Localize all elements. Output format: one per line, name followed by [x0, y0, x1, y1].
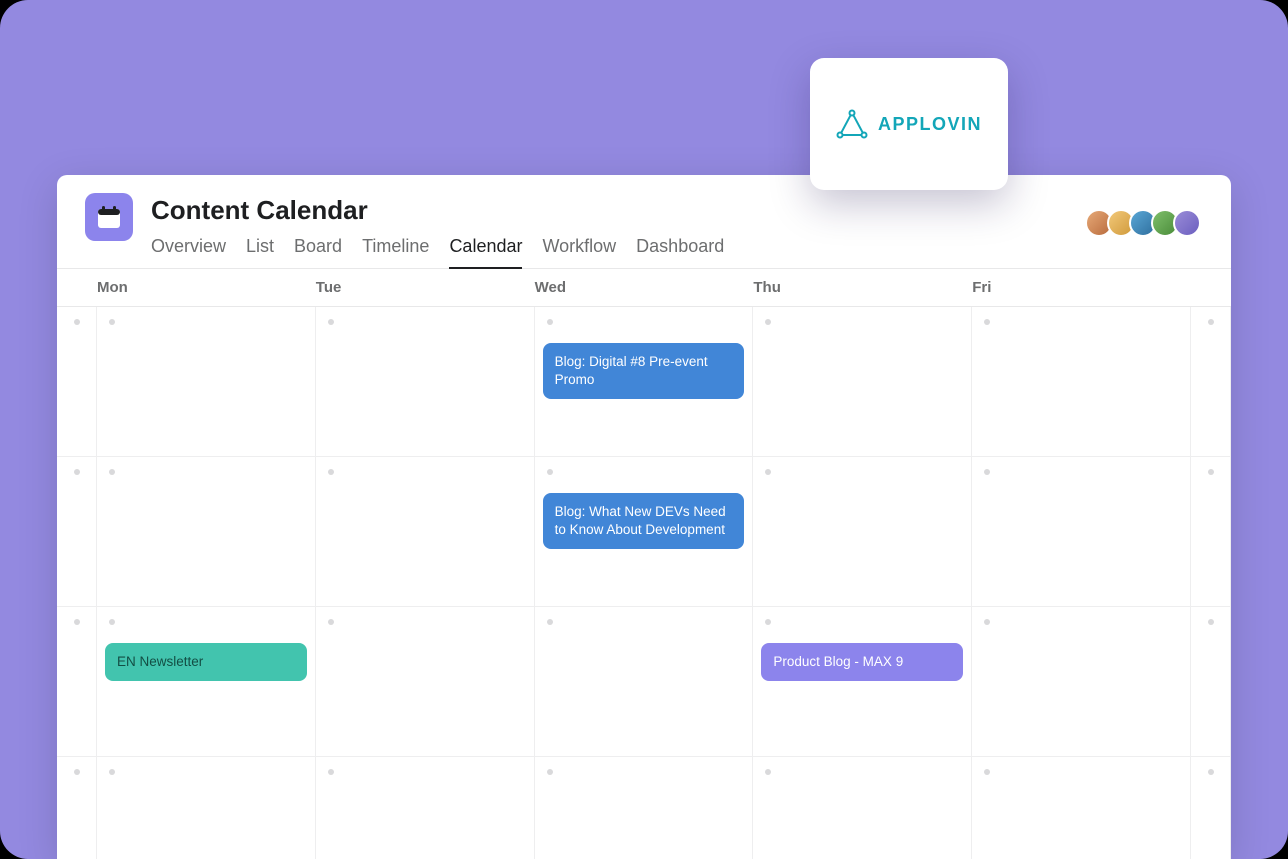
calendar-cell[interactable]	[97, 757, 316, 859]
tab-workflow[interactable]: Workflow	[542, 236, 616, 269]
calendar-cell[interactable]	[972, 307, 1191, 457]
calendar-cell[interactable]	[535, 607, 754, 757]
tab-timeline[interactable]: Timeline	[362, 236, 429, 269]
weekday-mon: Mon	[97, 269, 316, 306]
calendar-grid: Blog: Digital #8 Pre-event Promo Blog: W…	[57, 307, 1231, 859]
event-blog-devs[interactable]: Blog: What New DEVs Need to Know About D…	[543, 493, 745, 549]
page-background: APPLOVIN Content Calendar Overview List …	[0, 0, 1288, 859]
view-tabs: Overview List Board Timeline Calendar Wo…	[151, 236, 1203, 269]
weekday-tue: Tue	[316, 269, 535, 306]
brand-card: APPLOVIN	[810, 58, 1008, 190]
calendar-cell[interactable]	[1191, 757, 1231, 859]
calendar-cell[interactable]: Blog: Digital #8 Pre-event Promo	[535, 307, 754, 457]
tab-dashboard[interactable]: Dashboard	[636, 236, 724, 269]
calendar-cell[interactable]	[316, 757, 535, 859]
weekday-fri: Fri	[972, 269, 1191, 306]
event-en-newsletter[interactable]: EN Newsletter	[105, 643, 307, 681]
tab-overview[interactable]: Overview	[151, 236, 226, 269]
calendar-cell[interactable]	[316, 607, 535, 757]
weekday-thu: Thu	[753, 269, 972, 306]
calendar-app-icon	[85, 193, 133, 241]
calendar-cell[interactable]	[57, 457, 97, 607]
page-title: Content Calendar	[151, 195, 1203, 226]
calendar-cell[interactable]	[57, 757, 97, 859]
calendar-icon	[96, 204, 122, 230]
calendar-cell[interactable]	[57, 307, 97, 457]
avatar[interactable]	[1173, 209, 1201, 237]
collaborator-avatars[interactable]	[1091, 209, 1201, 237]
event-blog-digital8[interactable]: Blog: Digital #8 Pre-event Promo	[543, 343, 745, 399]
calendar-cell[interactable]	[97, 307, 316, 457]
weekday-header: Mon Tue Wed Thu Fri	[57, 269, 1231, 307]
weekday-wed: Wed	[535, 269, 754, 306]
calendar-cell[interactable]	[57, 607, 97, 757]
applovin-logo-icon	[836, 109, 868, 139]
calendar-cell[interactable]: EN Newsletter	[97, 607, 316, 757]
calendar-cell[interactable]	[316, 457, 535, 607]
calendar-cell[interactable]	[1191, 457, 1231, 607]
calendar-cell[interactable]: Product Blog - MAX 9	[753, 607, 972, 757]
brand-name: APPLOVIN	[878, 114, 982, 135]
calendar-cell[interactable]	[316, 307, 535, 457]
calendar-cell[interactable]	[1191, 307, 1231, 457]
calendar-cell[interactable]	[97, 457, 316, 607]
calendar-cell[interactable]	[753, 457, 972, 607]
calendar-cell[interactable]	[535, 757, 754, 859]
calendar-cell[interactable]: Blog: What New DEVs Need to Know About D…	[535, 457, 754, 607]
tab-calendar[interactable]: Calendar	[449, 236, 522, 269]
title-area: Content Calendar Overview List Board Tim…	[151, 193, 1203, 269]
calendar-cell[interactable]	[1191, 607, 1231, 757]
calendar-cell[interactable]	[972, 757, 1191, 859]
app-window: Content Calendar Overview List Board Tim…	[57, 175, 1231, 859]
brand-logo: APPLOVIN	[836, 109, 982, 139]
calendar-cell[interactable]	[753, 757, 972, 859]
calendar-cell[interactable]	[972, 457, 1191, 607]
event-product-blog-max9[interactable]: Product Blog - MAX 9	[761, 643, 963, 681]
app-header: Content Calendar Overview List Board Tim…	[57, 175, 1231, 269]
calendar-cell[interactable]	[753, 307, 972, 457]
calendar-cell[interactable]	[972, 607, 1191, 757]
tab-board[interactable]: Board	[294, 236, 342, 269]
tab-list[interactable]: List	[246, 236, 274, 269]
